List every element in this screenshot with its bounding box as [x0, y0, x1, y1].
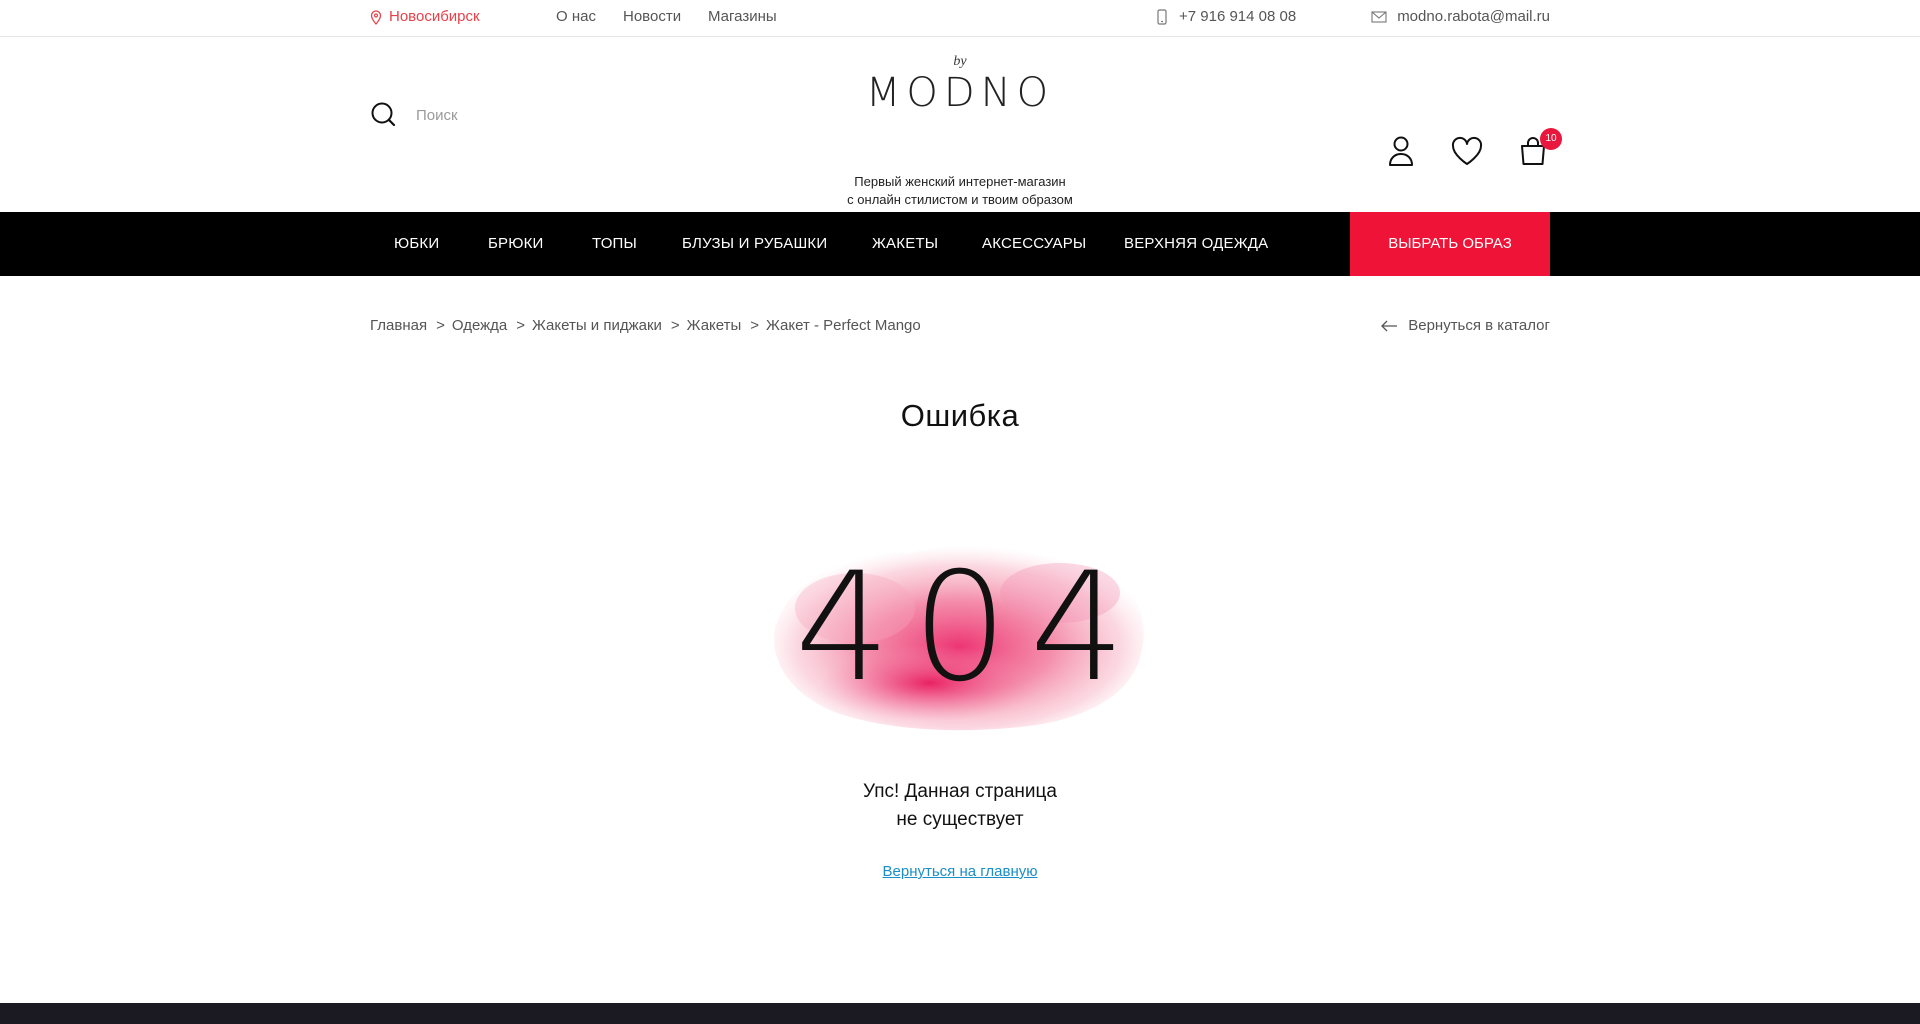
- wishlist-button[interactable]: [1450, 134, 1484, 168]
- nav-item-tops[interactable]: ТОПЫ: [592, 212, 637, 276]
- search-box: [370, 100, 630, 130]
- heart-icon: [1451, 136, 1483, 165]
- top-link-shops[interactable]: Магазины: [708, 8, 777, 26]
- search-icon[interactable]: [370, 101, 398, 129]
- breadcrumb-separator: >: [670, 317, 680, 334]
- breadcrumb-separator: >: [436, 317, 445, 334]
- error-message-line-1: Упс! Данная страница: [862, 781, 1057, 802]
- mail-icon: [1371, 11, 1387, 23]
- user-icon: [1389, 136, 1413, 166]
- breadcrumb-separator: >: [516, 317, 526, 334]
- breadcrumb-jackets[interactable]: Жакеты: [687, 317, 742, 335]
- error-message: Упс! Данная страница не существует: [760, 778, 1160, 834]
- cart-button[interactable]: 10: [1516, 128, 1562, 168]
- arrow-left-icon: [1381, 320, 1398, 332]
- location-pin-icon: [370, 9, 382, 25]
- error-code: 404: [794, 541, 1148, 715]
- page-title: Ошибка: [900, 398, 1020, 433]
- breadcrumb-current: Жакет - Perfect Mango: [766, 317, 921, 334]
- breadcrumb-clothing[interactable]: Одежда: [452, 317, 507, 335]
- phone-number: +7 916 914 08 08: [1179, 8, 1297, 25]
- back-to-home-link[interactable]: Вернуться на главную: [810, 863, 1110, 880]
- logo-by: by: [953, 54, 967, 69]
- error-404-illustration: 404: [760, 518, 1160, 738]
- nav-item-jackets[interactable]: ЖАКЕТЫ: [872, 212, 938, 276]
- breadcrumb-home[interactable]: Главная: [370, 317, 427, 335]
- tagline-line-1: Первый женский интернет-магазин: [854, 174, 1066, 189]
- footer: [0, 1003, 1920, 1024]
- nav-item-outerwear[interactable]: ВЕРХНЯЯ ОДЕЖДА: [1124, 212, 1268, 276]
- header-actions: 10: [1352, 128, 1562, 168]
- email-address: modno.rabota@mail.ru: [1397, 8, 1550, 25]
- nav-item-accessories[interactable]: АКСЕССУАРЫ: [982, 212, 1086, 276]
- breadcrumb: Главная > Одежда > Жакеты и пиджаки > Жа…: [370, 317, 921, 335]
- main-nav: ЮБКИ БРЮКИ ТОПЫ БЛУЗЫ И РУБАШКИ ЖАКЕТЫ А…: [0, 212, 1920, 276]
- error-message-line-2: не существует: [896, 809, 1024, 830]
- search-input[interactable]: [416, 106, 616, 124]
- site-logo[interactable]: by MODNO: [860, 53, 1060, 115]
- city-label: Новосибирск: [389, 8, 480, 25]
- back-to-catalog-link[interactable]: Вернуться в каталог: [1380, 317, 1550, 335]
- back-to-catalog-label: Вернуться в каталог: [1408, 317, 1550, 334]
- cart-count-badge: 10: [1540, 128, 1562, 150]
- breadcrumb-jackets-blazers[interactable]: Жакеты и пиджаки: [532, 317, 662, 335]
- breadcrumb-separator: >: [750, 317, 760, 334]
- site-tagline: Первый женский интернет-магазин с онлайн…: [810, 173, 1110, 209]
- tagline-line-2: с онлайн стилистом и твоим образом: [847, 192, 1073, 207]
- city-selector[interactable]: Новосибирск: [370, 8, 480, 26]
- phone-icon: [1157, 9, 1167, 25]
- top-link-about[interactable]: О нас: [556, 8, 596, 26]
- site-header: by MODNO Первый женский интернет-магазин…: [0, 37, 1920, 212]
- phone-link[interactable]: +7 916 914 08 08: [1157, 8, 1296, 26]
- account-button[interactable]: [1384, 134, 1418, 168]
- top-bar: Новосибирск О нас Новости Магазины +7 91…: [0, 0, 1920, 37]
- nav-item-skirts[interactable]: ЮБКИ: [394, 212, 439, 276]
- choose-look-button[interactable]: ВЫБРАТЬ ОБРАЗ: [1350, 212, 1550, 276]
- nav-item-trousers[interactable]: БРЮКИ: [488, 212, 544, 276]
- email-link[interactable]: modno.rabota@mail.ru: [1371, 8, 1550, 26]
- logo-wordmark: MODNO: [865, 70, 1055, 116]
- nav-item-blouses[interactable]: БЛУЗЫ И РУБАШКИ: [682, 212, 827, 276]
- top-link-news[interactable]: Новости: [623, 8, 681, 26]
